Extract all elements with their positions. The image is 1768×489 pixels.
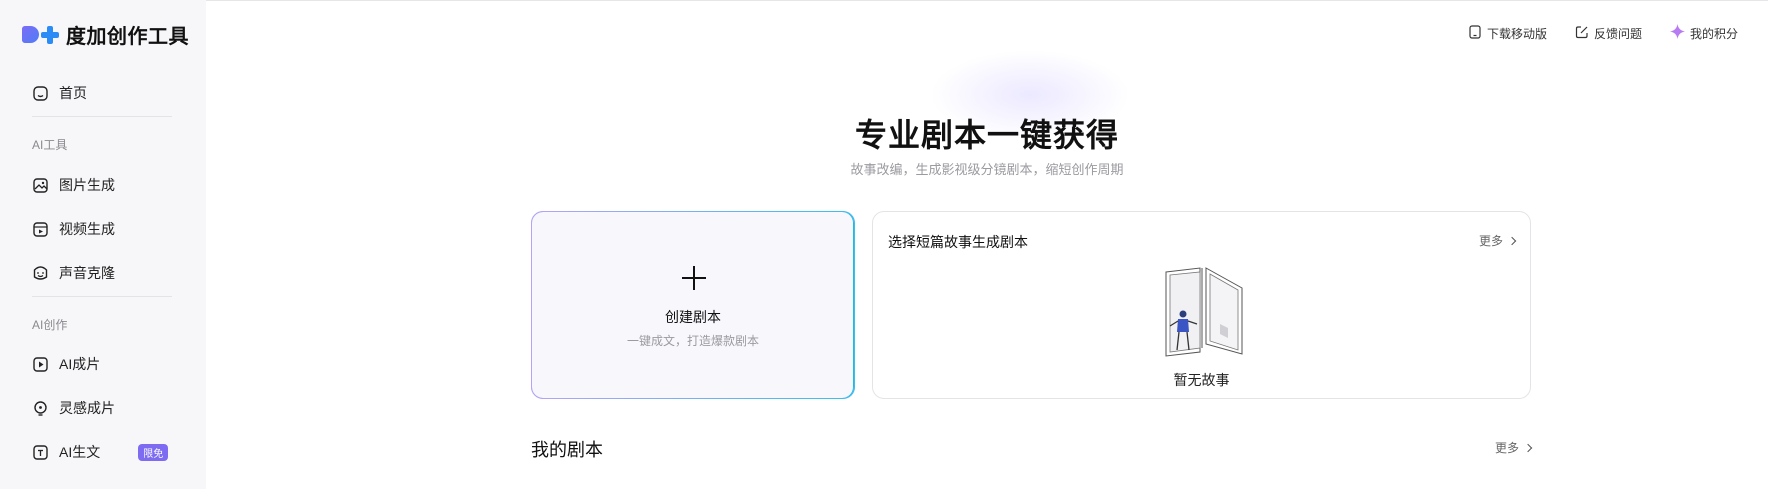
empty-state-text: 暂无故事	[1173, 372, 1230, 388]
text-icon	[32, 444, 49, 461]
empty-book-illustration	[1158, 264, 1248, 360]
download-mobile-label: 下载移动版	[1486, 26, 1547, 41]
brand-name: 度加创作工具	[66, 26, 189, 48]
brand-logo[interactable]: 度加创作工具	[22, 20, 189, 49]
sidebar-item-home[interactable]: 首页	[32, 83, 87, 103]
feedback-link[interactable]: 反馈问题	[1575, 24, 1642, 42]
sidebar-item-ai-text[interactable]: AI生文 限免	[32, 442, 169, 462]
free-badge: 限免	[138, 443, 169, 461]
play-icon	[32, 356, 49, 373]
mobile-icon	[1468, 24, 1482, 42]
home-icon	[32, 85, 49, 102]
chevron-right-icon	[1507, 236, 1517, 245]
divider	[32, 296, 172, 297]
sidebar-item-label: 视频生成	[59, 221, 115, 237]
create-script-subtitle: 一键成文，打造爆款剧本	[626, 334, 759, 348]
sidebar-item-label: 声音克隆	[59, 265, 115, 281]
chevron-right-icon	[1523, 443, 1533, 452]
sidebar-item-video-gen[interactable]: 视频生成	[32, 219, 115, 239]
plus-icon	[682, 266, 706, 290]
sidebar-item-label: 首页	[59, 85, 87, 101]
page-subtitle: 故事改编，生成影视级分镜剧本，缩短创作周期	[850, 162, 1124, 177]
video-icon	[32, 221, 49, 238]
my-points-label: 我的积分	[1689, 26, 1738, 41]
story-more-link[interactable]: 更多	[1478, 232, 1517, 249]
sidebar-item-label: 灵感成片	[59, 400, 115, 416]
download-mobile-link[interactable]: 下载移动版	[1468, 24, 1547, 42]
more-label: 更多	[1478, 234, 1503, 248]
feedback-label: 反馈问题	[1593, 26, 1642, 41]
my-scripts-title: 我的剧本	[531, 440, 603, 460]
my-scripts-more-link[interactable]: 更多	[1494, 439, 1533, 456]
sidebar-item-label: 图片生成	[59, 177, 115, 193]
sidebar: 度加创作工具 首页 AI工具 图片生成 视频生成 声音克隆 AI创作 AI成片	[0, 0, 206, 489]
page-title: 专业剧本一键获得	[854, 117, 1119, 153]
image-icon	[32, 177, 49, 194]
sidebar-item-image-gen[interactable]: 图片生成	[32, 175, 115, 195]
sparkle-icon	[1669, 24, 1685, 42]
story-select-card: 选择短篇故事生成剧本 更多 暂无故事	[872, 211, 1531, 399]
sidebar-item-ai-film[interactable]: AI成片	[32, 354, 100, 374]
edit-icon	[1575, 25, 1589, 42]
more-label: 更多	[1494, 441, 1519, 455]
create-script-card[interactable]: 创建剧本 一键成文，打造爆款剧本	[531, 211, 855, 399]
header-links: 下载移动版 反馈问题 我的积分	[1468, 24, 1738, 42]
top-border	[0, 0, 1768, 3]
logo-icon	[22, 25, 59, 44]
story-card-title: 选择短篇故事生成剧本	[888, 234, 1028, 250]
sidebar-item-label: AI成片	[59, 356, 101, 372]
voice-icon	[32, 265, 49, 282]
my-points-link[interactable]: 我的积分	[1669, 24, 1738, 42]
sidebar-item-label: AI生文	[59, 444, 101, 460]
sidebar-item-inspiration-film[interactable]: 灵感成片	[32, 398, 115, 418]
bulb-icon	[32, 400, 49, 417]
section-title-ai-create: AI创作	[32, 318, 68, 332]
create-script-title: 创建剧本	[665, 309, 721, 325]
sidebar-item-voice-clone[interactable]: 声音克隆	[32, 263, 115, 283]
